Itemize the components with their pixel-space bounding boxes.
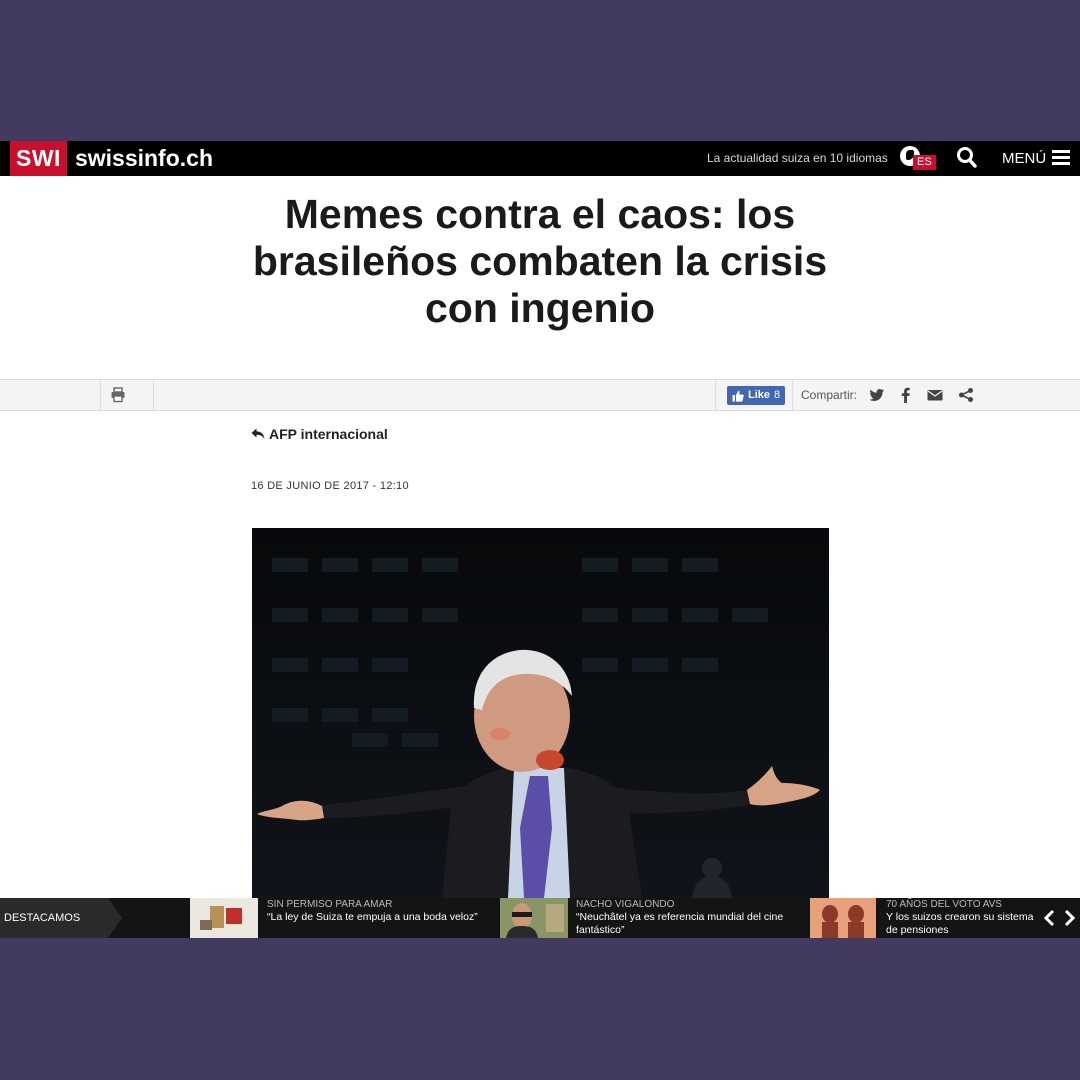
- site-name[interactable]: swissinfo.ch: [75, 145, 213, 172]
- toolbar-divider: [792, 380, 793, 410]
- featured-title: Y los suizos crearon su sistema de pensi…: [886, 911, 1034, 936]
- search-button[interactable]: [955, 145, 979, 171]
- toolbar-divider: [153, 380, 154, 410]
- featured-text: NACHO VIGALONDO “Neuchâtel ya es referen…: [576, 898, 801, 936]
- article-date: 16 DE JUNIO DE 2017 - 12:10: [251, 480, 409, 492]
- featured-text: 70 AÑOS DEL VOTO AVS Y los suizos crearo…: [886, 898, 1046, 936]
- toolbar-divider: [715, 380, 716, 410]
- like-count: 8: [774, 389, 781, 401]
- carousel-prev-button[interactable]: [1043, 908, 1057, 928]
- print-icon[interactable]: [110, 387, 126, 403]
- featured-kicker: SIN PERMISO PARA AMAR: [267, 899, 393, 910]
- featured-thumbnail: [500, 898, 568, 938]
- article-page: SWI swissinfo.ch La actualidad suiza en …: [0, 141, 1080, 938]
- featured-thumbnail: [190, 898, 258, 938]
- twitter-icon[interactable]: [869, 387, 885, 403]
- featured-kicker: 70 AÑOS DEL VOTO AVS: [886, 899, 1002, 910]
- featured-text: SIN PERMISO PARA AMAR “La ley de Suiza t…: [267, 898, 492, 924]
- featured-title: “La ley de Suiza te empuja a una boda ve…: [267, 911, 478, 923]
- reply-arrow-icon: [251, 428, 265, 439]
- chevron-right-icon: [1064, 909, 1076, 927]
- source-name: AFP internacional: [269, 426, 388, 442]
- share-label: Compartir:: [801, 388, 858, 402]
- site-header: SWI swissinfo.ch La actualidad suiza en …: [0, 141, 1080, 176]
- facebook-like-button[interactable]: Like 8: [727, 386, 786, 405]
- swi-logo[interactable]: SWI: [10, 141, 67, 176]
- featured-thumbnail: [810, 898, 878, 938]
- article-source[interactable]: AFP internacional: [251, 426, 388, 442]
- article-photo: [252, 528, 829, 898]
- article-headline: Memes contra el caos: los brasileños com…: [252, 191, 828, 331]
- menu-button[interactable]: MENÚ: [1002, 141, 1046, 176]
- thumbs-up-icon: [732, 390, 744, 402]
- carousel-next-button[interactable]: [1062, 908, 1076, 928]
- toolbar-divider: [100, 380, 101, 410]
- language-selector[interactable]: ES: [900, 146, 936, 170]
- language-code: ES: [913, 155, 936, 170]
- featured-label: DESTACAMOS: [0, 898, 122, 938]
- share-icon[interactable]: [958, 387, 974, 403]
- search-icon: [957, 147, 977, 168]
- chevron-left-icon: [1043, 909, 1055, 927]
- featured-kicker: NACHO VIGALONDO: [576, 899, 675, 910]
- like-label: Like: [748, 389, 771, 401]
- featured-title: “Neuchâtel ya es referencia mundial del …: [576, 911, 784, 936]
- featured-strip: DESTACAMOS SIN PERMISO PARA AMAR “La ley…: [0, 898, 1080, 938]
- hamburger-icon[interactable]: [1052, 150, 1070, 166]
- email-icon[interactable]: [927, 387, 943, 403]
- facebook-icon[interactable]: [898, 387, 914, 403]
- share-toolbar: Like 8 Compartir:: [0, 379, 1080, 411]
- site-tagline: La actualidad suiza en 10 idiomas: [707, 151, 888, 165]
